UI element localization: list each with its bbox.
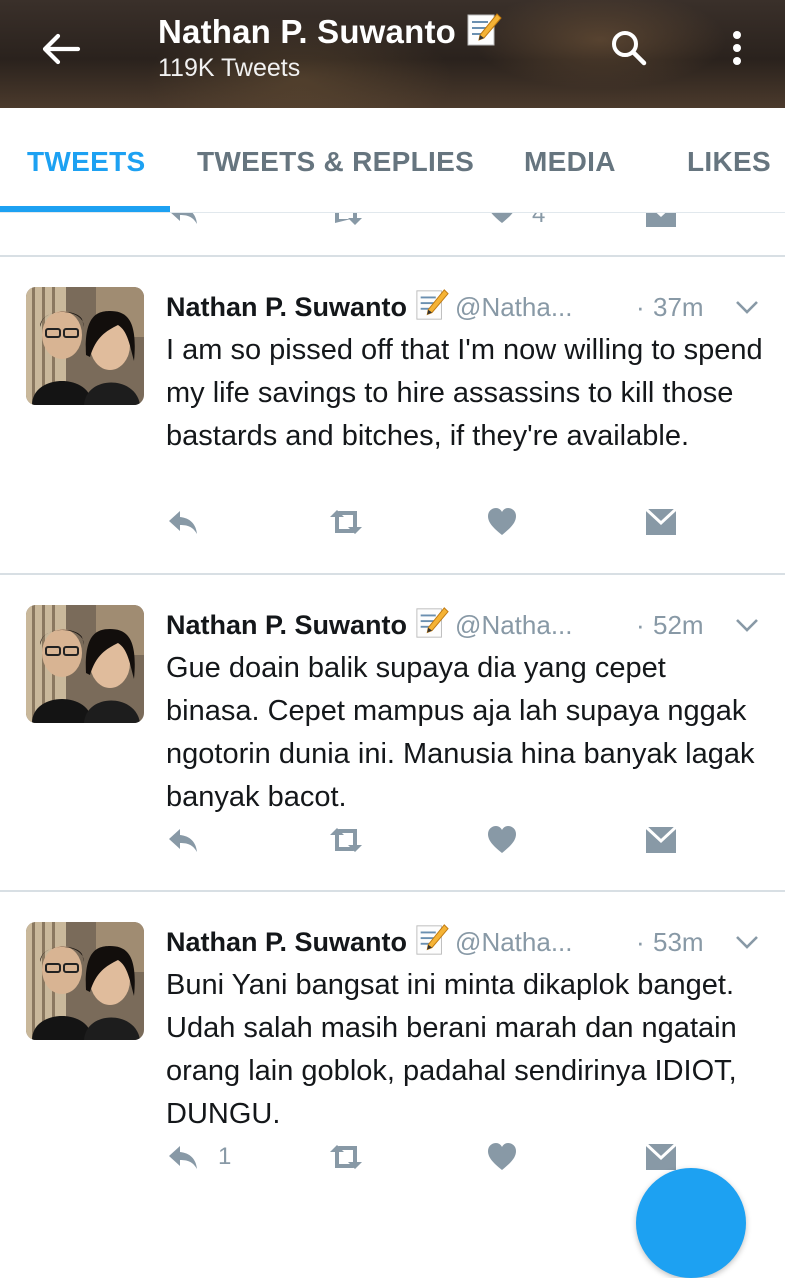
retweet-button[interactable] [326, 1140, 366, 1174]
like-icon [488, 1143, 516, 1170]
reply-button[interactable]: 1 [166, 1140, 231, 1174]
back-button[interactable] [38, 26, 84, 72]
reply-icon [169, 829, 197, 852]
tweet-header: Nathan P. Suwanto @Natha... [166, 922, 573, 962]
memo-icon [415, 923, 449, 962]
tweet-item[interactable]: Nathan P. Suwanto @Natha... · 52m Gue do… [0, 575, 785, 891]
like-icon [488, 826, 516, 853]
retweet-icon [330, 1145, 362, 1169]
memo-icon [415, 288, 449, 327]
tab-tweets[interactable]: TWEETS [27, 146, 145, 178]
tweet-header: Nathan P. Suwanto @Natha... [166, 287, 573, 327]
tweet-item[interactable]: Nathan P. Suwanto @Natha... · 37m I am s… [0, 257, 785, 573]
retweet-button[interactable] [326, 823, 366, 857]
chevron-down-icon[interactable] [735, 934, 759, 950]
tab-media[interactable]: MEDIA [524, 146, 616, 178]
tweet-text: Buni Yani bangsat ini minta dikaplok ban… [166, 969, 737, 1130]
back-arrow-icon [42, 33, 81, 65]
retweet-icon [330, 828, 362, 852]
like-button[interactable] [486, 505, 518, 539]
more-vert-icon [733, 31, 741, 65]
reply-icon [169, 1146, 197, 1169]
tweet-text: I am so pissed off that I'm now willing … [166, 334, 763, 452]
like-icon[interactable] [486, 213, 518, 225]
reply-icon [169, 511, 197, 534]
direct-message-icon [644, 1142, 678, 1170]
tweet-item[interactable]: Nathan P. Suwanto @Natha... · 53m Buni Y… [0, 892, 785, 1208]
tweet-count: 119K Tweets [158, 54, 301, 82]
tweet-timestamp[interactable]: 52m [653, 605, 704, 645]
more-options-button[interactable] [724, 26, 750, 72]
avatar[interactable] [26, 287, 144, 405]
author-handle[interactable]: @Natha... [455, 610, 572, 641]
direct-message-button[interactable] [644, 1140, 678, 1174]
direct-message-icon [644, 825, 678, 853]
author-name[interactable]: Nathan P. Suwanto [166, 610, 407, 641]
author-name[interactable]: Nathan P. Suwanto [166, 292, 407, 323]
avatar[interactable] [26, 922, 144, 1040]
retweet-icon[interactable] [326, 213, 366, 229]
header-title-block: Nathan P. Suwanto 119K Tweets [158, 10, 502, 83]
author-handle[interactable]: @Natha... [455, 927, 572, 958]
retweet-icon [330, 510, 362, 534]
separator-dot: · [636, 610, 645, 640]
compose-tweet-button[interactable] [636, 1168, 746, 1278]
profile-name: Nathan P. Suwanto [158, 13, 456, 50]
profile-tabs: TWEETS TWEETS & REPLIES MEDIA LIKES [0, 108, 785, 212]
tweet-timestamp[interactable]: 53m [653, 922, 704, 962]
author-name[interactable]: Nathan P. Suwanto [166, 927, 407, 958]
chevron-down-icon[interactable] [735, 299, 759, 315]
search-icon [612, 31, 647, 66]
like-count: 4 [532, 213, 546, 228]
like-icon [488, 508, 516, 535]
search-button[interactable] [606, 25, 652, 71]
like-button[interactable] [486, 823, 518, 857]
reply-button[interactable] [166, 505, 200, 539]
reply-icon[interactable] [166, 213, 200, 229]
chevron-down-icon[interactable] [735, 617, 759, 633]
direct-message-icon [644, 507, 678, 535]
direct-message-button[interactable] [644, 505, 678, 539]
tweet-text: Gue doain balik supaya dia yang cepet bi… [166, 652, 755, 813]
tweet-timestamp[interactable]: 37m [653, 287, 704, 327]
author-handle[interactable]: @Natha... [455, 292, 572, 323]
profile-header: Nathan P. Suwanto 119K Tweets [0, 0, 785, 108]
tab-tweets-and-replies[interactable]: TWEETS & REPLIES [197, 146, 474, 178]
reply-count: 1 [218, 1143, 232, 1170]
memo-icon [415, 606, 449, 645]
reply-button[interactable] [166, 823, 200, 857]
direct-message-icon[interactable] [644, 213, 678, 229]
like-button[interactable] [486, 1140, 518, 1174]
direct-message-button[interactable] [644, 823, 678, 857]
tweet-header: Nathan P. Suwanto @Natha... [166, 605, 573, 645]
retweet-button[interactable] [326, 505, 366, 539]
avatar[interactable] [26, 605, 144, 723]
tab-likes[interactable]: LIKES [687, 146, 771, 178]
memo-icon [466, 12, 502, 53]
partial-tweet-actions: 4 [0, 213, 785, 255]
separator-dot: · [636, 292, 645, 322]
separator-dot: · [636, 927, 645, 957]
